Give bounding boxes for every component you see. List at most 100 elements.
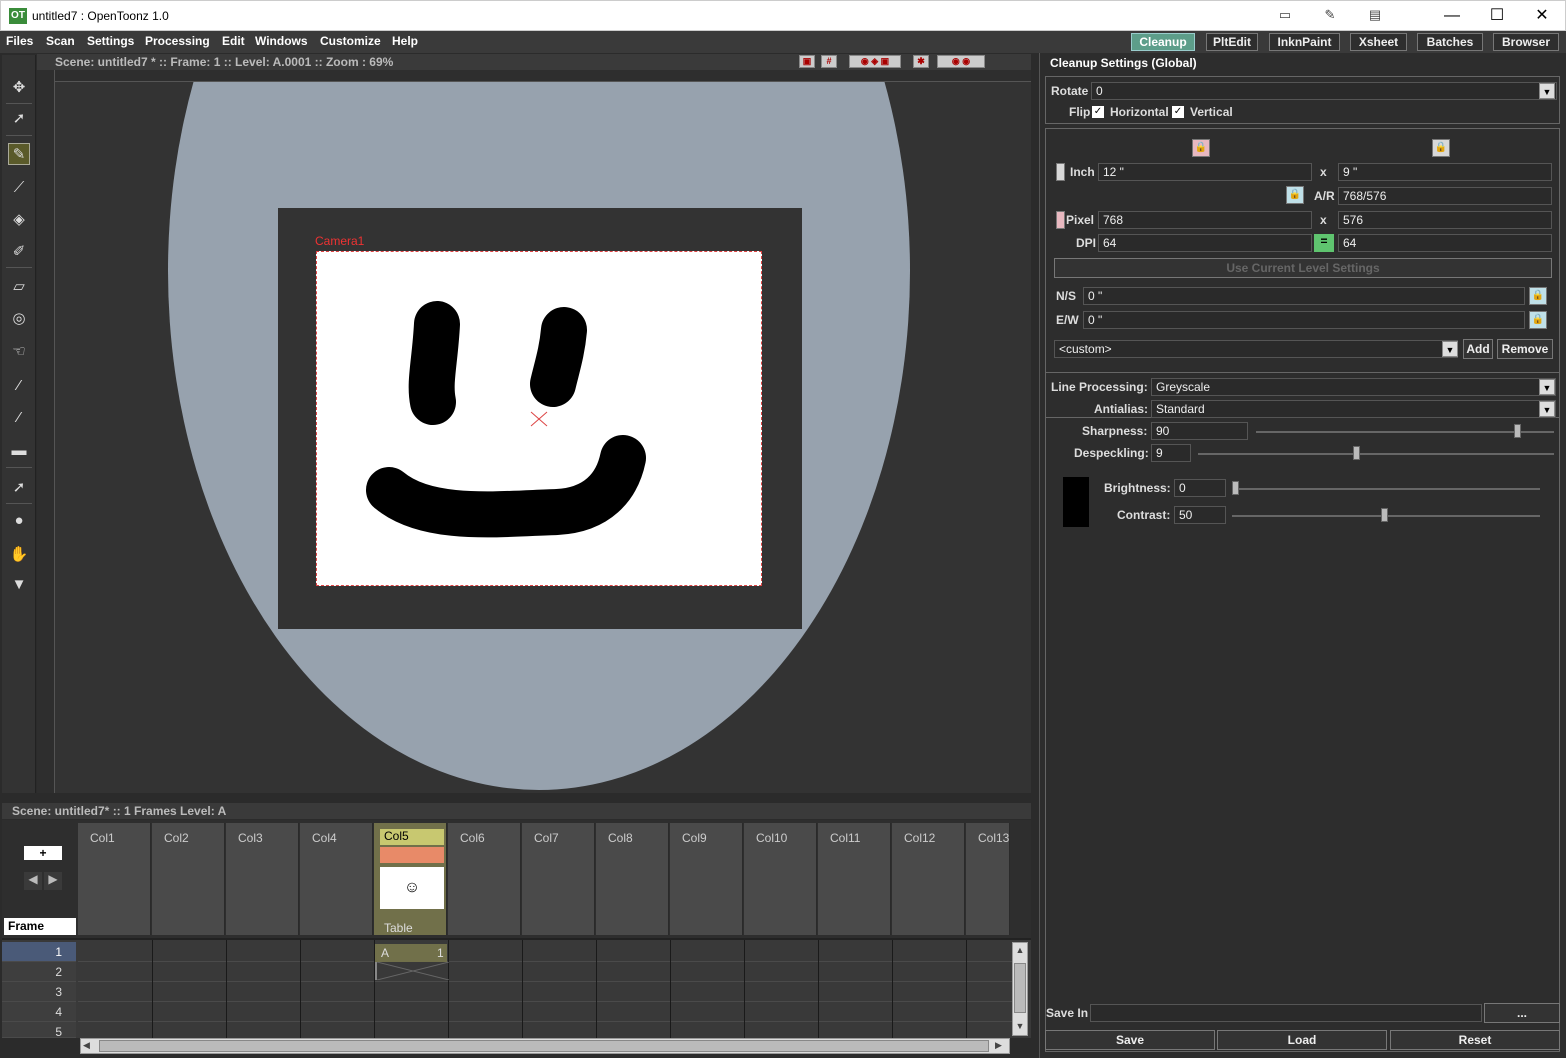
next-arrow-icon[interactable]: ▶ <box>44 872 62 890</box>
scroll-left-icon[interactable]: ◀ <box>83 1040 95 1052</box>
xsheet-cell-area[interactable]: 1 2 3 4 5 A 1 <box>2 938 1031 1040</box>
menu-scan[interactable]: Scan <box>46 34 75 48</box>
column-header-col8[interactable]: Col8 <box>596 823 669 935</box>
xsheet-vertical-scrollbar[interactable]: ▲ ▼ <box>1012 942 1028 1036</box>
hand-tool-icon[interactable]: ✋ <box>8 544 30 566</box>
animate-tool-icon[interactable]: ✥ <box>8 77 30 99</box>
column-header-col1[interactable]: Col1 <box>78 823 151 935</box>
contrast-slider-handle[interactable] <box>1381 508 1388 522</box>
scroll-up-icon[interactable]: ▲ <box>1014 945 1026 957</box>
inch-width-field[interactable]: 12 " <box>1098 163 1312 181</box>
line-processing-select[interactable]: Greyscale <box>1151 378 1556 396</box>
frame-dropdown[interactable]: Frame <box>4 918 76 935</box>
reset-button[interactable]: Reset <box>1390 1030 1560 1050</box>
remove-preset-button[interactable]: Remove <box>1497 339 1553 359</box>
maximize-button[interactable]: ☐ <box>1482 5 1512 27</box>
ew-offset-field[interactable]: 0 " <box>1083 311 1525 329</box>
menu-files[interactable]: Files <box>6 34 33 48</box>
room-tab-inknpaint[interactable]: InknPaint <box>1269 33 1340 51</box>
room-tab-cleanup[interactable]: Cleanup <box>1131 33 1195 51</box>
frame-row-number[interactable]: 4 <box>2 1002 76 1022</box>
despeckling-slider[interactable] <box>1198 453 1554 455</box>
column-header-col9[interactable]: Col9 <box>670 823 743 935</box>
sharpness-slider-handle[interactable] <box>1514 424 1521 438</box>
column-color-bar[interactable] <box>380 847 444 863</box>
column-header-col13[interactable]: Col13 <box>966 823 1010 935</box>
eraser-tool-icon[interactable]: ▱ <box>8 276 30 298</box>
selection-tool-icon[interactable]: ➚ <box>8 108 30 130</box>
xsheet-row[interactable] <box>78 942 1012 962</box>
antialias-select[interactable]: Standard <box>1151 400 1556 418</box>
xsheet-row[interactable] <box>78 982 1012 1002</box>
control-point-tool-icon[interactable]: ➚ <box>8 477 30 499</box>
load-button[interactable]: Load <box>1217 1030 1387 1050</box>
column-header-col5[interactable]: Col5 ☺ Table <box>374 823 447 935</box>
brightness-field[interactable]: 0 <box>1174 479 1226 497</box>
frame-row-number[interactable]: 1 <box>2 942 76 962</box>
dpi-link-icon[interactable]: = <box>1314 234 1334 252</box>
contrast-field[interactable]: 50 <box>1174 506 1226 524</box>
lock-icon[interactable] <box>1056 163 1065 181</box>
despeckling-slider-handle[interactable] <box>1353 446 1360 460</box>
menu-edit[interactable]: Edit <box>222 34 245 48</box>
scroll-thumb[interactable] <box>99 1040 989 1052</box>
preview-icon[interactable]: ✱ <box>913 55 929 68</box>
paint-brush-tool-icon[interactable]: ✐ <box>8 241 30 263</box>
prev-arrow-icon[interactable]: ◀ <box>24 872 42 890</box>
chevron-down-icon[interactable]: ▼ <box>1539 83 1555 99</box>
lock-icon[interactable]: 🔒 <box>1529 287 1547 305</box>
ns-offset-field[interactable]: 0 " <box>1083 287 1525 305</box>
despeckling-field[interactable]: 9 <box>1151 444 1191 462</box>
room-tab-batches[interactable]: Batches <box>1417 33 1483 51</box>
menu-help[interactable]: Help <box>392 34 418 48</box>
more-tools-icon[interactable]: ▼ <box>8 574 30 596</box>
vertical-ruler[interactable] <box>37 70 55 793</box>
column-header-col6[interactable]: Col6 <box>448 823 521 935</box>
sub-camera-icon[interactable]: ◉ ◉ <box>937 55 985 68</box>
column-header-col12[interactable]: Col12 <box>892 823 965 935</box>
close-button[interactable]: ✕ <box>1527 5 1557 27</box>
style-picker-tool-icon[interactable]: ⁄ <box>8 375 30 397</box>
menu-settings[interactable]: Settings <box>87 34 134 48</box>
safe-area-icon[interactable]: ▣ <box>799 55 815 68</box>
chevron-down-icon[interactable]: ▼ <box>1539 379 1555 395</box>
field-guide-icon[interactable]: # <box>821 55 837 68</box>
scroll-thumb[interactable] <box>1014 963 1026 1013</box>
flip-vertical-checkbox[interactable]: ✓ <box>1172 106 1184 118</box>
camera-preset-select[interactable]: <custom> <box>1054 340 1458 358</box>
save-button[interactable]: Save <box>1045 1030 1215 1050</box>
frame-row-number[interactable]: 5 <box>2 1022 76 1038</box>
level-cell[interactable]: A 1 <box>375 944 447 962</box>
scroll-down-icon[interactable]: ▼ <box>1014 1021 1026 1033</box>
pixel-height-field[interactable]: 576 <box>1338 211 1552 229</box>
browse-button[interactable]: ... <box>1484 1003 1560 1023</box>
ruler-tool-icon[interactable]: ▬ <box>8 440 30 462</box>
chevron-down-icon[interactable]: ▼ <box>1442 341 1458 357</box>
dpi-y-field[interactable]: 64 <box>1338 234 1552 252</box>
sharpness-slider[interactable] <box>1256 431 1554 433</box>
frame-row-number[interactable]: 2 <box>2 962 76 982</box>
aspect-ratio-field[interactable]: 768/576 <box>1338 187 1552 205</box>
minimize-button[interactable]: — <box>1437 5 1467 27</box>
brush-tool-icon[interactable]: ✎ <box>8 143 30 165</box>
scroll-right-icon[interactable]: ▶ <box>995 1040 1007 1052</box>
lock-icon[interactable] <box>1056 211 1065 229</box>
layout-icon[interactable]: ▤ <box>1365 7 1385 25</box>
column-header-col10[interactable]: Col10 <box>744 823 817 935</box>
menu-processing[interactable]: Processing <box>145 34 210 48</box>
room-tab-pltedit[interactable]: PltEdit <box>1206 33 1258 51</box>
flip-horizontal-checkbox[interactable]: ✓ <box>1092 106 1104 118</box>
lock-icon[interactable]: 🔒 <box>1286 186 1304 204</box>
chevron-down-icon[interactable]: ▼ <box>1539 401 1555 417</box>
viewer-canvas[interactable]: Camera1 <box>55 82 1031 793</box>
brightness-slider-handle[interactable] <box>1232 481 1239 495</box>
lock-icon[interactable]: 🔒 <box>1192 139 1210 157</box>
tape-tool-icon[interactable]: ◎ <box>8 308 30 330</box>
pin-icon[interactable]: ✎ <box>1320 7 1340 25</box>
column-header-col4[interactable]: Col4 <box>300 823 373 935</box>
finger-tool-icon[interactable]: ☜ <box>8 341 30 363</box>
column-header-col2[interactable]: Col2 <box>152 823 225 935</box>
camera-view-icon[interactable]: ◉ ◈ ▣ <box>849 55 901 68</box>
lock-icon[interactable]: 🔒 <box>1529 311 1547 329</box>
zoom-tool-icon[interactable]: ● <box>8 510 30 532</box>
